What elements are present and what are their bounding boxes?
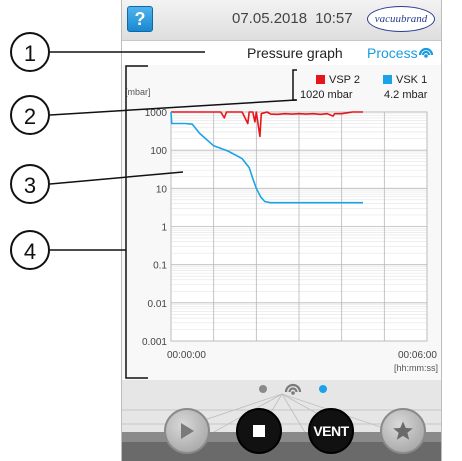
help-icon[interactable]: ? — [127, 6, 153, 32]
play-button[interactable] — [164, 408, 210, 454]
y-tick-label: 1000 — [145, 108, 168, 119]
vacuubrand-logo: vacuubrand — [367, 6, 435, 32]
pressure-chart-area: [mbar] 1000 100 10 1 0.1 0.01 0.001 VSP 2 1020… — [122, 65, 441, 380]
stop-button[interactable] — [236, 408, 282, 454]
star-icon — [393, 421, 413, 440]
legend-value-vsk1: 4.2 mbar — [384, 89, 428, 101]
date-time: 07.05.2018 10:57 — [232, 10, 353, 27]
control-bar: VENT — [122, 380, 441, 461]
vent-button[interactable]: VENT — [308, 408, 354, 454]
process-link[interactable]: Process — [367, 45, 418, 61]
x-axis-unit: [hh:mm:ss] — [394, 363, 438, 373]
date-text: 07.05.2018 — [232, 10, 308, 27]
time-text: 10:57 — [315, 10, 353, 27]
y-tick-label: 0.001 — [142, 337, 167, 348]
title-bar: Pressure graph Process — [122, 41, 441, 65]
top-bar: ? 07.05.2018 10:57 vacuubrand — [122, 0, 441, 41]
page-title: Pressure graph — [247, 45, 343, 61]
y-tick-label: 10 — [156, 184, 168, 195]
y-tick-labels: 1000 100 10 1 0.1 0.01 0.001 — [142, 108, 167, 348]
device-screen: ? 07.05.2018 10:57 vacuubrand Pressure gr… — [121, 0, 442, 461]
page-dot-3-active[interactable] — [319, 385, 327, 393]
y-tick-label: 1 — [161, 223, 167, 234]
page-dot-1[interactable] — [259, 385, 267, 393]
legend-swatch-vsk1 — [383, 75, 392, 84]
callout-2: 2 — [10, 95, 50, 135]
legend: VSP 2 1020 mbar VSK 1 4.2 mbar — [300, 74, 428, 101]
vent-label: VENT — [313, 423, 349, 439]
callout-4: 4 — [10, 230, 50, 270]
page-dot-2-process-icon[interactable] — [284, 383, 302, 395]
pressure-chart: [mbar] 1000 100 10 1 0.1 0.01 0.001 VSP 2 1020… — [125, 74, 438, 373]
stop-icon — [253, 425, 265, 437]
legend-swatch-vsp2 — [316, 75, 325, 84]
y-tick-label: 0.01 — [148, 299, 168, 310]
y-axis-label: [mbar] — [125, 87, 151, 97]
x-tick-end: 00:06:00 — [398, 350, 437, 361]
y-tick-label: 0.1 — [153, 261, 167, 272]
legend-name-vsk1: VSK 1 — [396, 74, 427, 86]
x-tick-start: 00:00:00 — [167, 350, 206, 361]
callout-1: 1 — [10, 32, 50, 72]
legend-value-vsp2: 1020 mbar — [300, 89, 353, 101]
favorite-button[interactable] — [380, 408, 426, 454]
callout-3: 3 — [10, 164, 50, 204]
y-tick-label: 100 — [150, 146, 167, 157]
process-signal-icon[interactable] — [418, 46, 434, 60]
page-indicator — [122, 380, 441, 400]
play-icon — [181, 423, 194, 439]
legend-name-vsp2: VSP 2 — [329, 74, 360, 86]
chart-grid — [170, 111, 428, 342]
